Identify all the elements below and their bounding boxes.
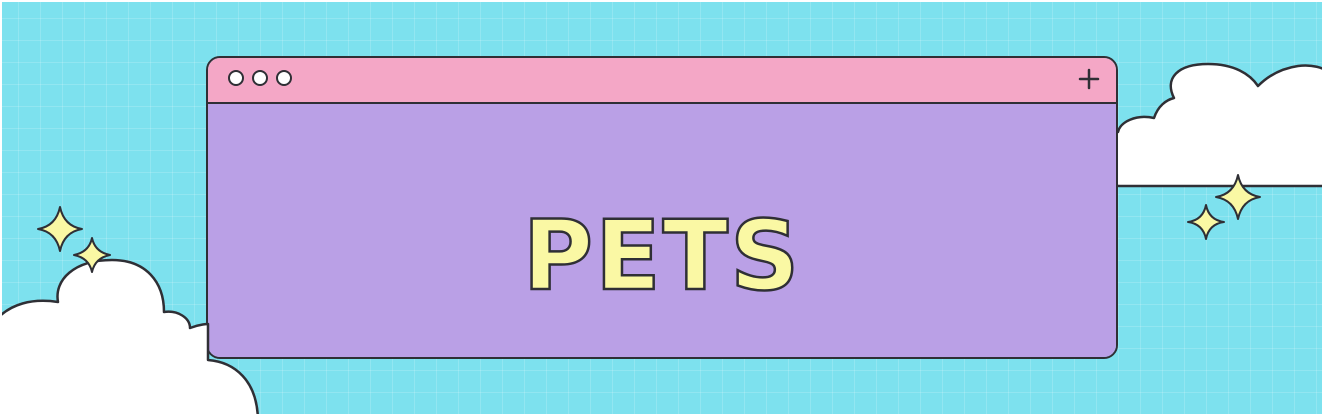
- browser-window: PETS: [206, 56, 1118, 359]
- window-controls: [228, 70, 292, 86]
- window-content: PETS: [208, 104, 1116, 357]
- window-dot-2-icon: [252, 70, 268, 86]
- page-title: PETS: [521, 200, 802, 312]
- window-dot-1-icon: [228, 70, 244, 86]
- cloud-right-illustration: [1082, 62, 1322, 188]
- banner-canvas: PETS: [2, 2, 1322, 414]
- window-titlebar: [208, 58, 1116, 104]
- window-dot-3-icon: [276, 70, 292, 86]
- plus-icon: [1078, 68, 1100, 90]
- sparkle-icon: [1187, 204, 1225, 240]
